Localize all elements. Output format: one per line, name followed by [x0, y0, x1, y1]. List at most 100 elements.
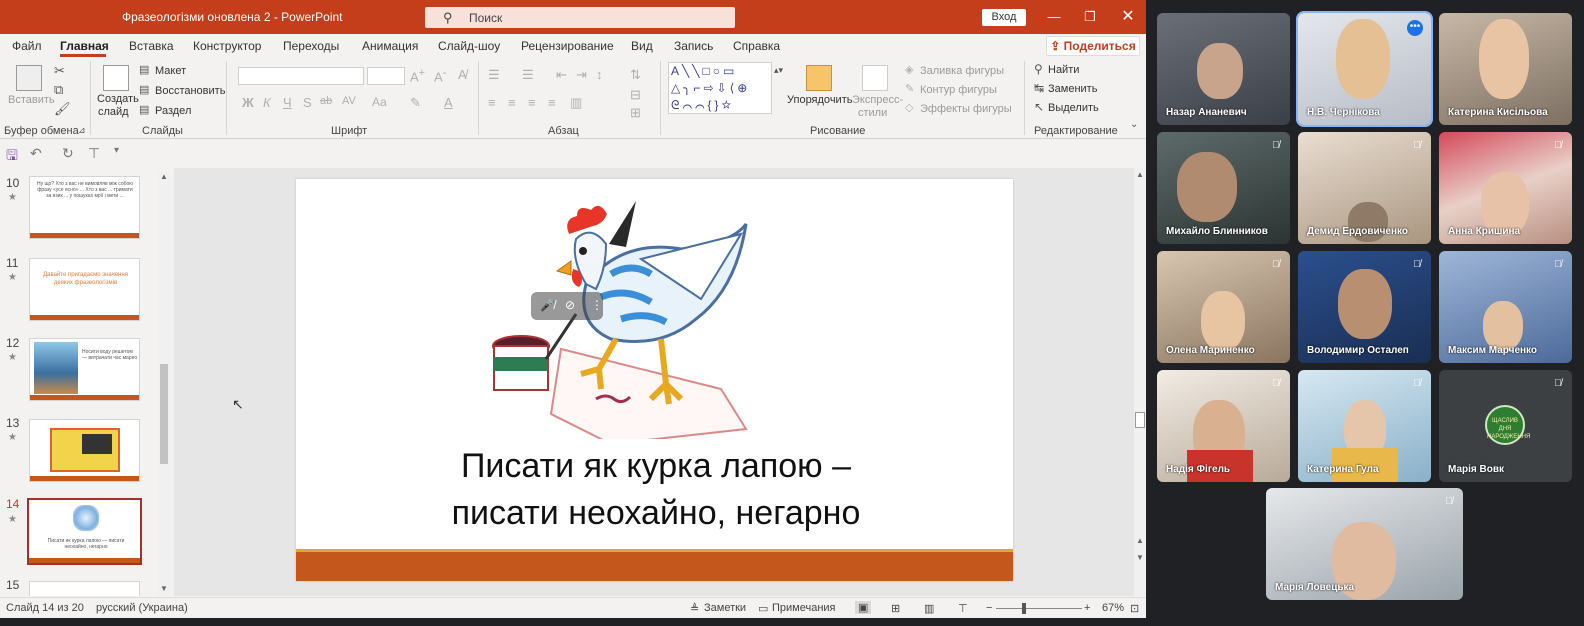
slide-sorter-icon[interactable]: ⊞: [891, 602, 900, 615]
participant-tile[interactable]: Катерина Кисільова: [1439, 13, 1572, 125]
zoom-out-icon[interactable]: −: [986, 602, 992, 614]
tab-view[interactable]: Вид: [631, 39, 653, 53]
font-color-icon[interactable]: A: [444, 95, 453, 110]
collapse-ribbon-icon[interactable]: ⌄: [1130, 119, 1138, 130]
tab-file[interactable]: Файл: [12, 39, 42, 53]
shadow-icon[interactable]: S: [303, 95, 312, 110]
shape-fill-button[interactable]: Заливка фигуры: [920, 65, 1004, 77]
normal-view-icon[interactable]: ▣: [855, 601, 872, 614]
align-center-icon[interactable]: ≡: [508, 95, 516, 110]
highlight-icon[interactable]: ✎: [410, 95, 421, 111]
close-icon[interactable]: ✕: [1118, 8, 1138, 26]
shapes-gallery[interactable]: A╲╲□○▭ △╮⌐⇨⇩⟨⊕ ᘓ⌒⌒{}☆: [668, 62, 772, 114]
search-box[interactable]: ⚲ Поиск: [425, 7, 735, 28]
quick-styles-button-2[interactable]: стили: [858, 107, 887, 119]
slideshow-icon[interactable]: ⊤: [958, 602, 968, 615]
more-icon[interactable]: ⋮: [591, 298, 603, 312]
share-button[interactable]: ⇪ Поделиться: [1046, 36, 1140, 56]
align-right-icon[interactable]: ≡: [528, 95, 536, 110]
participant-tile[interactable]: 🎙̸ Михайло Блинников: [1157, 132, 1290, 244]
participant-tile[interactable]: Назар Ананевич: [1157, 13, 1290, 125]
slide-thumbnail-10[interactable]: Ну що? Хто з вас не вимовляв між собою ф…: [29, 176, 140, 239]
new-slide-label[interactable]: Создать: [97, 93, 139, 105]
redo-icon[interactable]: ↻: [62, 145, 74, 162]
current-slide[interactable]: Писати як курка лапою – писати неохайно,…: [296, 179, 1013, 581]
tab-slideshow[interactable]: Слайд-шоу: [438, 39, 500, 53]
scroll-up-icon[interactable]: ▲: [160, 172, 168, 181]
replace-icon[interactable]: ↹: [1034, 81, 1044, 95]
slide-thumbnail-12[interactable]: Носити воду решетом — витрачати час марн…: [29, 338, 140, 401]
shape-effects-button[interactable]: Эффекты фигуры: [920, 103, 1012, 115]
participant-tile[interactable]: 🎙̸ Володимир Осталеп: [1298, 251, 1431, 363]
mic-off-icon[interactable]: 🎤̸: [540, 298, 555, 312]
shape-outline-button[interactable]: Контур фигуры: [920, 84, 997, 96]
text-direction-icon[interactable]: ⇅: [630, 67, 641, 83]
tab-record[interactable]: Запись: [674, 39, 713, 53]
comments-button[interactable]: Примечания: [772, 602, 836, 614]
smartart-icon[interactable]: ⊞: [630, 105, 641, 121]
scroll-down-icon[interactable]: ▼: [160, 584, 168, 593]
participant-tile[interactable]: 🎙̸ Демид Ердовиченко: [1298, 132, 1431, 244]
prev-slide-icon[interactable]: ▲: [1136, 536, 1144, 545]
paste-icon[interactable]: [16, 65, 42, 91]
justify-icon[interactable]: ≡: [548, 95, 556, 110]
find-icon[interactable]: ⚲: [1034, 62, 1043, 76]
present-icon[interactable]: ⊤: [88, 145, 100, 162]
undo-icon[interactable]: ↶: [30, 145, 42, 162]
align-left-icon[interactable]: ≡: [488, 95, 496, 110]
layout-button[interactable]: Макет: [155, 65, 186, 77]
spacing-icon[interactable]: AV: [342, 95, 356, 107]
slide-title-line-2[interactable]: писати неохайно, негарно: [356, 494, 956, 533]
clear-format-icon[interactable]: A̸: [458, 67, 467, 82]
slide-thumbnail-13[interactable]: [29, 419, 140, 482]
reading-view-icon[interactable]: ▥: [924, 602, 934, 615]
change-case-icon[interactable]: Aa: [372, 95, 387, 109]
save-icon[interactable]: 🖫: [6, 145, 18, 169]
editor-scrollbar[interactable]: ▲ ▲ ▼: [1134, 168, 1146, 596]
cut-icon[interactable]: ✂: [54, 63, 65, 79]
notes-icon[interactable]: ≜: [690, 602, 699, 615]
zoom-level[interactable]: 67%: [1102, 602, 1124, 614]
language-indicator[interactable]: русский (Украина): [96, 602, 188, 614]
participant-tile[interactable]: 🎙̸ Максим Марченко: [1439, 251, 1572, 363]
arrange-icon[interactable]: [806, 65, 832, 91]
increase-indent-icon[interactable]: ⇥: [576, 67, 587, 83]
tab-animations[interactable]: Анимация: [362, 39, 418, 53]
select-button[interactable]: Выделить: [1048, 102, 1099, 114]
participant-tile-active[interactable]: ••• Н.В. Чернікова: [1298, 13, 1431, 125]
dialog-launcher-icon[interactable]: ⊿: [78, 125, 86, 136]
participant-tile[interactable]: 🎙̸ Олена Мариненко: [1157, 251, 1290, 363]
zoom-in-icon[interactable]: +: [1084, 602, 1090, 614]
camera-off-icon[interactable]: ⊘: [565, 298, 575, 312]
bold-icon[interactable]: Ж: [242, 95, 254, 110]
restore-icon[interactable]: ❐: [1080, 8, 1100, 26]
participant-tile[interactable]: 🎙̸ Анна Кришина: [1439, 132, 1572, 244]
layout-icon[interactable]: ▤: [139, 63, 149, 76]
slide-thumbnail-14-selected[interactable]: Писати як курка лапою — писати неохайно,…: [27, 498, 142, 565]
participant-tile[interactable]: 🎙̸ Марія Ловецька: [1266, 488, 1463, 600]
tab-help[interactable]: Справка: [733, 39, 780, 53]
reset-button[interactable]: Восстановить: [155, 85, 225, 97]
new-slide-icon[interactable]: [103, 65, 129, 91]
fill-icon[interactable]: ◈: [905, 63, 913, 76]
thumbnails-scrollbar[interactable]: ▲ ▼: [158, 172, 170, 596]
new-slide-label-2[interactable]: слайд: [98, 106, 129, 118]
login-button[interactable]: Вход: [982, 9, 1026, 26]
decrease-indent-icon[interactable]: ⇤: [556, 67, 567, 83]
participant-tile[interactable]: 🎙̸ Надія Фігель: [1157, 370, 1290, 482]
notes-button[interactable]: Заметки: [704, 602, 746, 614]
zoom-slider[interactable]: [996, 608, 1082, 609]
line-spacing-icon[interactable]: ↕: [596, 67, 603, 82]
meet-presenter-overlay[interactable]: 🎤̸ ⊘ ⋮: [531, 292, 603, 320]
comments-icon[interactable]: ▭: [758, 602, 768, 615]
shrink-font-icon[interactable]: A-: [434, 67, 446, 84]
tab-transitions[interactable]: Переходы: [283, 39, 339, 53]
outline-icon[interactable]: ✎: [905, 82, 914, 95]
tab-review[interactable]: Рецензирование: [521, 39, 614, 53]
replace-button[interactable]: Заменить: [1048, 83, 1097, 95]
section-icon[interactable]: ▤: [139, 103, 149, 116]
tab-design[interactable]: Конструктор: [193, 39, 261, 53]
slide-thumbnail-15[interactable]: [29, 581, 140, 596]
tab-home[interactable]: Главная: [60, 39, 109, 53]
quick-styles-icon[interactable]: [862, 65, 888, 91]
